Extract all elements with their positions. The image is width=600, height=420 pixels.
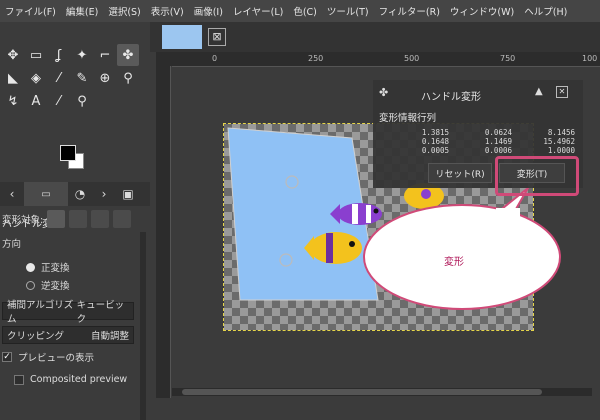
matrix-row: 1.3815 0.0624 8.1456 [387, 128, 575, 137]
reset-button[interactable]: リセット(R) [428, 163, 492, 183]
matrix-label: 変形情報行列 [379, 113, 437, 124]
matrix-cell: 1.0000 [547, 146, 575, 155]
transform-matrix: 1.3815 0.0624 8.1456 0.1648 1.1469 15.49… [387, 128, 575, 155]
matrix-cell: 8.1456 [547, 128, 575, 137]
scrollbar-thumb[interactable] [182, 389, 542, 395]
matrix-cell: 1.3815 [421, 128, 449, 137]
callout-bubble [363, 187, 561, 310]
collapse-icon[interactable]: ▲ [535, 86, 543, 97]
matrix-cell: 0.0005 [421, 146, 449, 155]
foreground-color[interactable] [60, 145, 76, 161]
matrix-row: 0.1648 1.1469 15.4962 [387, 137, 575, 146]
close-dialog-icon[interactable]: ✕ [556, 86, 568, 98]
matrix-row: 0.0005 0.0006 1.0000 [387, 146, 575, 155]
matrix-cell: 1.1469 [484, 137, 512, 146]
canvas-overlay [227, 127, 561, 310]
matrix-cell: 15.4962 [543, 137, 575, 146]
matrix-cell: 0.0624 [484, 128, 512, 137]
matrix-cell: 0.1648 [421, 137, 449, 146]
clownfish-image [330, 203, 382, 225]
transform-button-highlight [495, 156, 579, 196]
handle-transform-icon: ✤ [379, 86, 389, 99]
dialog-title: ハンドル変形 [421, 92, 481, 103]
callout-text: 変形 [444, 257, 464, 268]
matrix-cell: 0.0006 [484, 146, 512, 155]
horizontal-scrollbar[interactable] [172, 388, 592, 396]
